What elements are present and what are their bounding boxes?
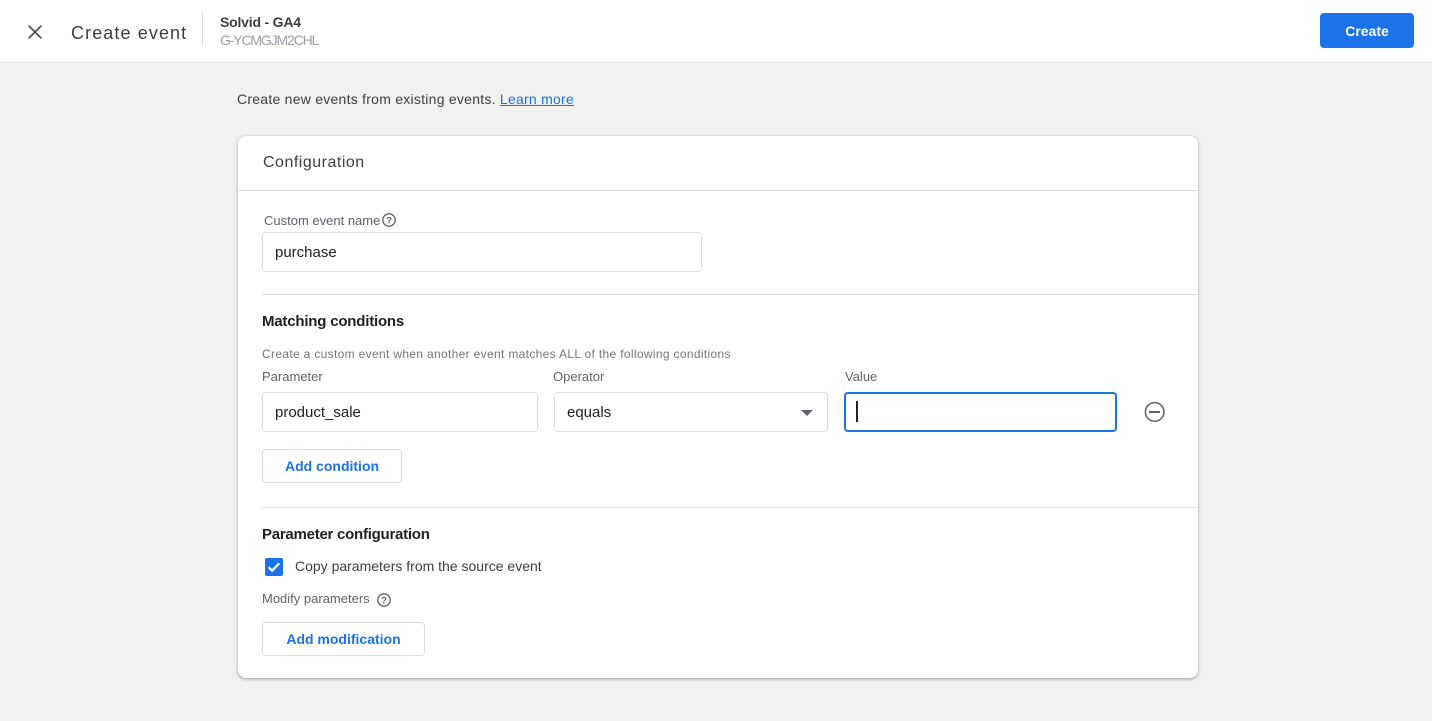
svg-text:?: ? [381, 595, 387, 606]
svg-text:?: ? [386, 215, 392, 226]
